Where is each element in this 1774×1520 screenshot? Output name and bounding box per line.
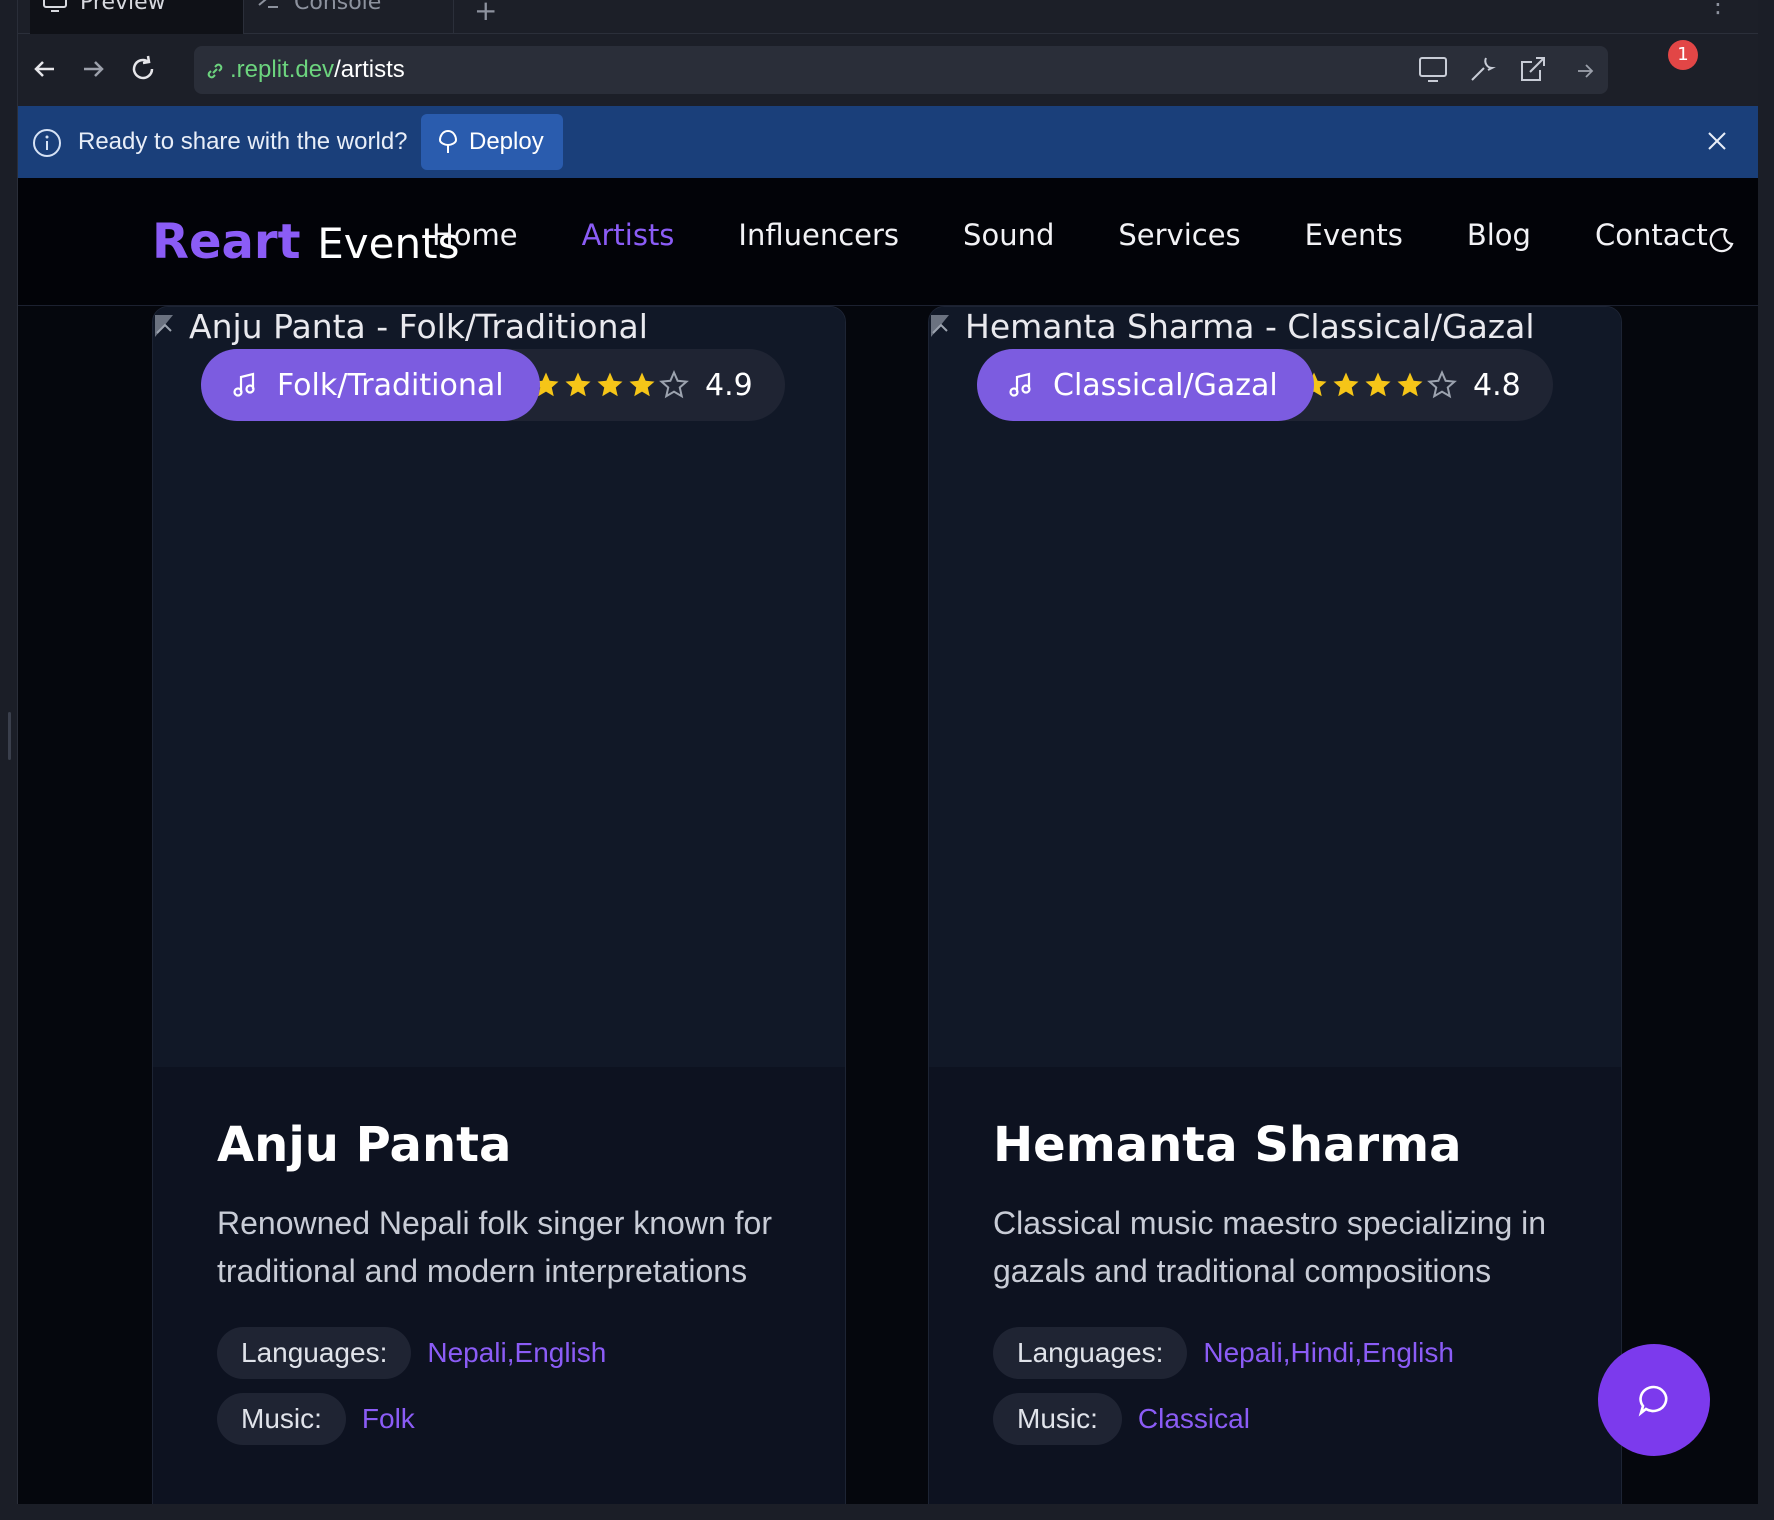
tab-preview[interactable]: Preview [30,0,244,34]
nav-influencers[interactable]: Influencers [738,218,899,252]
languages-row: Languages: Nepali,Hindi,English [993,1327,1573,1379]
tab-label: Preview [80,0,166,15]
artist-image: Hemanta Sharma - Classical/Gazal Classic… [929,307,1621,1067]
nav-home[interactable]: Home [432,218,518,252]
deploy-banner: Ready to share with the world? Deploy [18,106,1758,178]
deploy-label: Deploy [469,128,544,155]
artist-description: Classical music maestro specializing in … [993,1205,1547,1289]
music-value: Folk [361,1403,415,1434]
browser-toolbar: .replit.dev/artists [18,34,1758,106]
deploy-button[interactable]: Deploy [421,114,563,170]
devtools-wrench-icon[interactable] [1466,52,1500,86]
forward-arrow-icon[interactable] [76,52,110,86]
music-note-icon [1009,372,1031,397]
artist-description: Renowned Nepali folk singer known for tr… [217,1205,772,1289]
ide-bottom-strip [0,1504,1774,1520]
genre-badge: Classical/Gazal [977,349,1314,421]
card-body: Hemanta Sharma Classical music maestro s… [993,1117,1573,1445]
site-navbar: Reart Events Home Artists Influencers So… [18,178,1758,306]
card-body: Anju Panta Renowned Nepali folk singer k… [217,1117,797,1445]
star-rating [531,370,689,400]
star-filled-icon [1397,372,1423,397]
star-filled-icon [565,372,591,397]
music-label: Music: [993,1393,1122,1445]
languages-value: Nepali,Hindi,English [1203,1337,1454,1368]
artist-image: Anju Panta - Folk/Traditional Folk/Tradi… [153,307,845,1067]
ide-sidebar-strip [0,0,18,1520]
music-row: Music: Folk [217,1393,797,1445]
languages-value: Nepali,English [427,1337,607,1368]
nav-artists[interactable]: Artists [582,218,675,252]
image-alt-text: Hemanta Sharma - Classical/Gazal [929,307,1535,346]
url-text: .replit.dev/artists [230,56,405,83]
rating-value: 4.9 [705,367,753,403]
tab-label: Console [294,0,382,15]
music-label: Music: [217,1393,346,1445]
tab-console[interactable]: Console [244,0,454,34]
rating-value: 4.8 [1473,367,1521,403]
artist-name: Hemanta Sharma [993,1117,1462,1173]
device-preview-icon[interactable] [1416,52,1450,86]
artist-card[interactable]: Anju Panta - Folk/Traditional Folk/Tradi… [152,306,846,1504]
nav-services[interactable]: Services [1118,218,1240,252]
ide-tab-bar: Preview Console + ⋮ [18,0,1758,34]
nav-links: Home Artists Influencers Sound Services … [432,218,1758,252]
chat-button[interactable] [1598,1344,1710,1456]
genre-label: Folk/Traditional [277,367,504,403]
music-row: Music: Classical [993,1393,1573,1445]
more-options-icon[interactable]: ⋮ [1706,0,1730,18]
languages-row: Languages: Nepali,English [217,1327,797,1379]
notification-badge: 1 [1668,40,1698,70]
moon-icon[interactable] [1706,226,1736,256]
genre-label: Classical/Gazal [1053,367,1278,403]
star-empty-icon [659,370,689,399]
terminal-icon [258,0,278,8]
nav-blog[interactable]: Blog [1467,218,1531,252]
brand-primary: Reart [152,214,301,270]
add-tab-button[interactable]: + [474,0,497,27]
close-icon[interactable] [1704,128,1730,154]
nav-contact[interactable]: Contact [1595,218,1708,252]
address-bar[interactable]: .replit.dev/artists [194,46,1608,94]
nav-sound[interactable]: Sound [963,218,1054,252]
image-alt-label: Hemanta Sharma - Classical/Gazal [965,307,1535,346]
brand-logo[interactable]: Reart Events [152,214,459,270]
broken-image-icon [155,314,173,337]
star-filled-icon [1365,372,1391,397]
chat-bubble-icon [1638,1385,1668,1417]
image-alt-label: Anju Panta - Folk/Traditional [189,307,648,346]
star-filled-icon [1333,372,1359,397]
deploy-icon [438,129,458,153]
go-arrow-icon[interactable] [1574,60,1596,82]
languages-label: Languages: [993,1327,1188,1379]
music-value: Classical [1137,1403,1250,1434]
reload-icon[interactable] [126,52,160,86]
open-external-icon[interactable] [1516,52,1550,86]
nav-events[interactable]: Events [1305,218,1403,252]
site-preview: Reart Events Home Artists Influencers So… [18,178,1758,1504]
info-icon [33,129,61,157]
back-arrow-icon[interactable] [28,52,62,86]
star-filled-icon [629,372,655,397]
star-rating [1299,370,1457,400]
monitor-icon [43,0,67,12]
star-empty-icon [1427,370,1457,399]
banner-message: Ready to share with the world? [78,128,408,155]
ide-right-strip [1758,0,1774,1520]
resize-handle[interactable] [8,712,11,760]
artist-name: Anju Panta [217,1117,512,1173]
music-note-icon [233,372,255,397]
artist-card[interactable]: Hemanta Sharma - Classical/Gazal Classic… [928,306,1622,1504]
link-icon [207,63,223,79]
broken-image-icon [931,314,949,337]
languages-label: Languages: [217,1327,412,1379]
star-filled-icon [597,372,623,397]
image-alt-text: Anju Panta - Folk/Traditional [153,307,648,346]
genre-badge: Folk/Traditional [201,349,540,421]
